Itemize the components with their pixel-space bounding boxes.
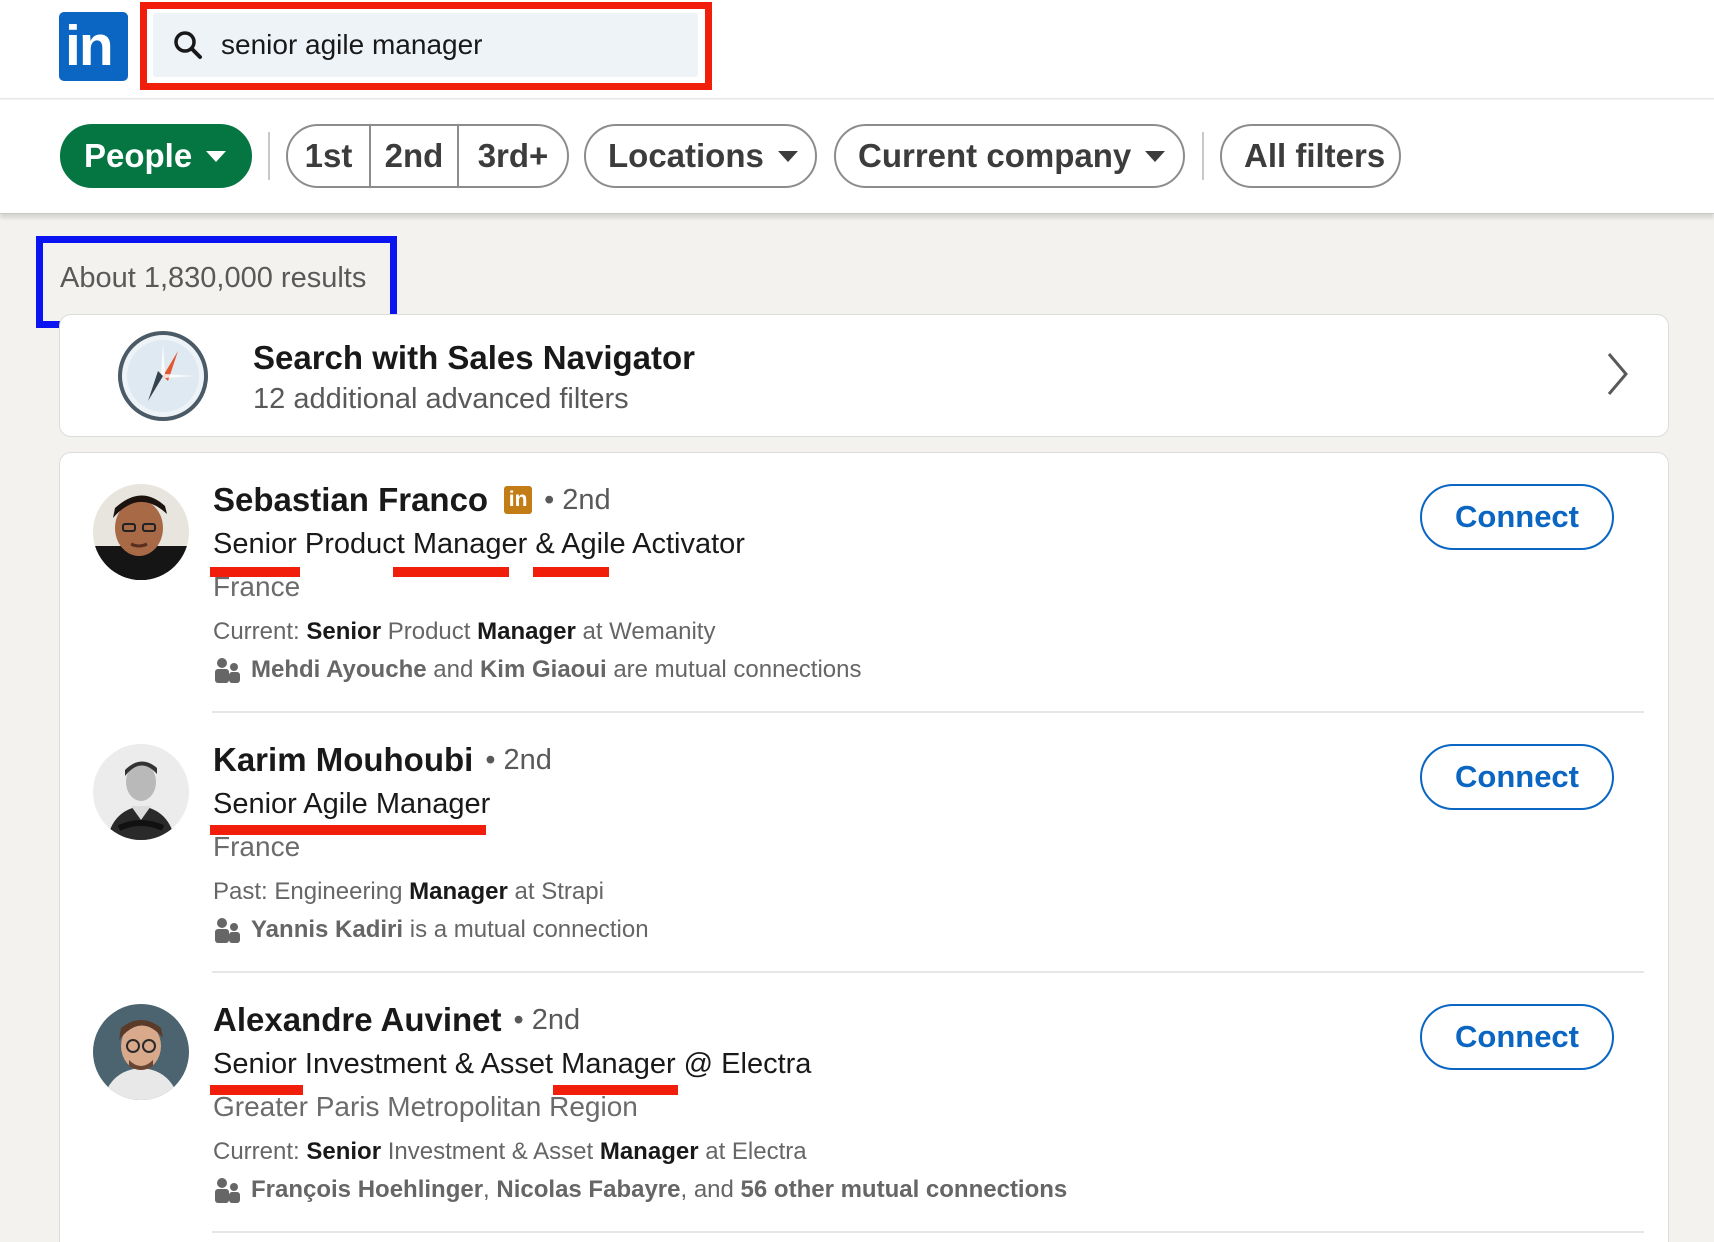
current-position: Current: Senior Product Manager at Weman… — [213, 618, 715, 646]
current-label: Current: — [213, 1138, 300, 1165]
connection-degree: • 2nd — [513, 1003, 581, 1036]
result-row: Alexandre Auvinet • 2nd Senior Investmen… — [60, 973, 1670, 1233]
caret-down-icon — [206, 150, 227, 162]
all-filters-button[interactable]: All filters — [1220, 124, 1401, 188]
mutual-text: , — [483, 1176, 490, 1203]
profile-headline: Senior Agile Manager — [213, 788, 491, 820]
sales-navigator-card[interactable]: Search with Sales Navigator 12 additiona… — [59, 314, 1669, 437]
mutual-text: are mutual connections — [613, 656, 862, 683]
top-bar: in — [0, 0, 1714, 99]
current-company: at Electra — [705, 1138, 807, 1165]
linkedin-logo-icon[interactable]: in — [59, 12, 128, 81]
keyword-underline — [393, 567, 509, 577]
result-name-line: Karim Mouhoubi • 2nd — [213, 741, 552, 779]
mutual-text: , and — [680, 1176, 734, 1203]
all-filters-label: All filters — [1244, 137, 1386, 174]
past-label: Past: Engineering — [213, 878, 403, 905]
current-company-filter-label: Current company — [858, 137, 1132, 174]
mutual-name: François Hoehlinger — [251, 1176, 484, 1203]
mutual-name: Mehdi Ayouche — [251, 656, 427, 683]
current-company: at Wemanity — [582, 618, 716, 645]
connect-button[interactable]: Connect — [1420, 744, 1614, 810]
keyword-match: Manager — [477, 618, 576, 645]
mutual-name: Nicolas Fabayre — [496, 1176, 681, 1203]
mutual-text: and — [433, 656, 474, 683]
avatar[interactable] — [93, 484, 189, 580]
compass-icon — [118, 331, 208, 421]
filter-divider — [1202, 132, 1204, 180]
filter-1st-button[interactable]: 1st — [288, 126, 371, 186]
chevron-right-icon[interactable] — [1606, 351, 1630, 397]
profile-location: France — [213, 571, 301, 602]
profile-name[interactable]: Karim Mouhoubi — [213, 741, 473, 779]
mutual-connections[interactable]: Yannis Kadiri is a mutual connection — [213, 916, 649, 944]
profile-location: Greater Paris Metropolitan Region — [213, 1091, 638, 1122]
avatar[interactable] — [93, 1004, 189, 1100]
past-position: Past: Engineering Manager at Strapi — [213, 878, 604, 906]
people-icon — [215, 658, 240, 683]
locations-filter-button[interactable]: Locations — [584, 124, 817, 188]
sales-navigator-subtitle: 12 additional advanced filters — [253, 383, 629, 415]
past-company: at Strapi — [514, 878, 604, 905]
profile-name[interactable]: Sebastian Franco — [213, 481, 488, 519]
connect-button[interactable]: Connect — [1420, 1004, 1614, 1070]
results-list: Sebastian Franco in • 2nd Senior Product… — [59, 452, 1669, 1242]
current-text: Investment & Asset — [387, 1138, 594, 1165]
filter-3rd-button[interactable]: 3rd+ — [459, 126, 567, 186]
people-icon — [215, 1178, 240, 1203]
results-count: About 1,830,000 results — [60, 262, 367, 294]
caret-down-icon — [777, 150, 798, 162]
linkedin-premium-icon: in — [504, 486, 533, 514]
mutual-name: Kim Giaoui — [479, 656, 607, 683]
result-row: Karim Mouhoubi • 2nd Senior Agile Manage… — [60, 713, 1670, 973]
connection-degree: • 2nd — [544, 483, 611, 516]
connection-degree: • 2nd — [485, 743, 552, 776]
mutual-count: 56 other mutual connections — [740, 1176, 1068, 1203]
profile-headline: Senior Product Manager & Agile Activator — [213, 528, 745, 560]
people-filter-label: People — [84, 137, 193, 174]
locations-filter-label: Locations — [608, 137, 764, 174]
caret-down-icon — [1145, 150, 1166, 162]
people-filter-button[interactable]: People — [60, 124, 252, 188]
mutual-name: Yannis Kadiri — [251, 916, 404, 943]
keyword-underline — [533, 567, 609, 577]
sales-navigator-title: Search with Sales Navigator — [253, 339, 696, 376]
keyword-match: Senior — [306, 618, 382, 645]
avatar[interactable] — [93, 744, 189, 840]
profile-headline: Senior Investment & Asset Manager @ Elec… — [213, 1048, 812, 1080]
profile-name[interactable]: Alexandre Auvinet — [213, 1001, 502, 1039]
filter-bar: People 1st 2nd 3rd+ Locations Current co… — [0, 100, 1714, 214]
result-name-line: Alexandre Auvinet • 2nd — [213, 1001, 580, 1039]
result-row: Sebastian Franco in • 2nd Senior Product… — [60, 453, 1670, 713]
mutual-connections[interactable]: Mehdi Ayouche and Kim Giaoui are mutual … — [213, 656, 861, 684]
keyword-match: Manager — [409, 878, 508, 905]
result-name-line: Sebastian Franco in • 2nd — [213, 481, 611, 519]
current-company-filter-button[interactable]: Current company — [834, 124, 1185, 188]
connection-degree-filter: 1st 2nd 3rd+ — [286, 124, 569, 188]
profile-location: France — [213, 831, 301, 862]
connect-button[interactable]: Connect — [1420, 484, 1614, 550]
keyword-match: Manager — [599, 1138, 699, 1165]
keyword-match: Senior — [306, 1138, 382, 1165]
search-icon — [174, 31, 202, 59]
result-divider — [212, 1231, 1644, 1233]
search-input[interactable] — [221, 21, 681, 69]
mutual-connections[interactable]: François Hoehlinger, Nicolas Fabayre, an… — [213, 1176, 1067, 1204]
search-bar[interactable] — [153, 13, 698, 77]
current-label: Current: — [213, 618, 300, 645]
mutual-text: is a mutual connection — [409, 916, 649, 943]
people-icon — [215, 918, 240, 943]
current-text: Product — [387, 618, 471, 645]
current-position: Current: Senior Investment & Asset Manag… — [213, 1138, 807, 1166]
filter-2nd-button[interactable]: 2nd — [371, 126, 459, 186]
filter-divider — [268, 132, 270, 180]
